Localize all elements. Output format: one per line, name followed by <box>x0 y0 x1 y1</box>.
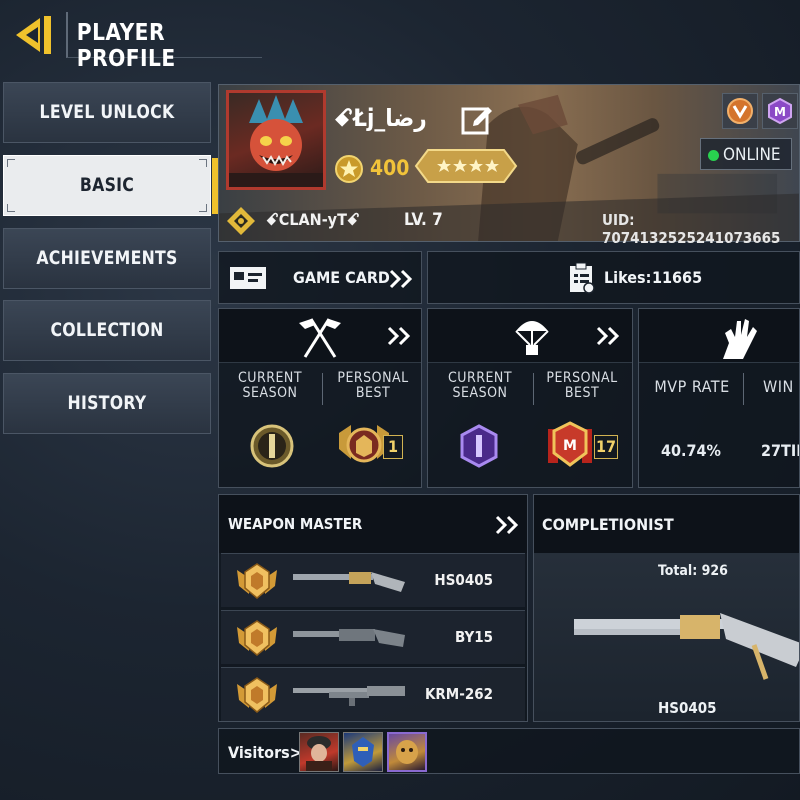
personal-best-label: PERSONAL BEST <box>337 370 409 401</box>
divider <box>743 373 744 405</box>
shotgun-krm262-image <box>293 686 405 706</box>
rank-points-value: 400 <box>370 156 410 180</box>
visitors-bar[interactable]: Visitors> <box>218 728 800 774</box>
completionist-weapon-name: HS0405 <box>658 699 717 717</box>
edit-icon <box>461 107 492 135</box>
clipboard-icon <box>570 262 595 294</box>
current-season-label: CURRENT SEASON <box>447 370 513 401</box>
likes-panel[interactable]: Likes: 11665 <box>427 251 800 304</box>
rookie-rank-icon <box>460 424 498 468</box>
corner-mark <box>7 159 15 167</box>
card-header <box>428 309 632 363</box>
double-chevron-right-icon <box>389 269 413 289</box>
sidebar-item-label: LEVEL UNLOCK <box>39 101 175 123</box>
gold-medal-icon <box>237 620 277 656</box>
sidebar-item-level-unlock[interactable]: LEVEL UNLOCK <box>3 82 211 143</box>
sidebar-item-collection[interactable]: COLLECTION <box>3 300 211 361</box>
best-level-badge: 1 <box>383 435 403 459</box>
corner-mark <box>199 204 207 212</box>
weapon-name: BY15 <box>454 628 493 646</box>
edit-name-button[interactable] <box>460 104 494 138</box>
shotgun-hs0405-image <box>574 613 799 680</box>
legendary-rank-icon: M <box>548 421 592 467</box>
visitor-avatar[interactable] <box>387 732 427 772</box>
crossed-flags-icon <box>299 318 341 358</box>
rank-points-icon <box>334 154 364 184</box>
sidebar-item-label: ACHIEVEMENTS <box>36 247 178 269</box>
card-header <box>219 309 421 363</box>
rank-badge-icon[interactable] <box>722 93 758 129</box>
win-value: 27TIM <box>761 441 799 460</box>
corner-mark <box>7 204 15 212</box>
online-status-badge: ONLINE <box>700 138 792 170</box>
completionist-panel[interactable]: COMPLETIONIST Total: 926 HS0405 <box>533 494 800 722</box>
page-title: PLAYER PROFILE <box>76 20 176 72</box>
page-title-container: PLAYER PROFILE <box>66 12 262 72</box>
double-chevron-right-icon <box>495 515 519 535</box>
shotgun-hs0405-image <box>293 572 405 592</box>
clan-name[interactable]: ꗃCLAN-yTꗃ <box>266 210 360 230</box>
current-season-label: CURRENT SEASON <box>237 370 303 401</box>
back-button[interactable] <box>12 14 58 56</box>
player-avatar[interactable] <box>226 90 326 190</box>
svg-text:M: M <box>563 438 577 454</box>
player-level: LV. 7 <box>404 210 443 230</box>
sidebar-item-label: HISTORY <box>67 392 147 414</box>
visitor-portrait-image <box>396 740 418 764</box>
zombie-hand-icon <box>723 319 757 359</box>
player-uid[interactable]: UID: 7074132525241073665 <box>602 211 800 247</box>
multiplayer-stats-card[interactable]: CURRENT SEASON PERSONAL BEST 1 <box>218 308 422 488</box>
divider <box>322 373 323 405</box>
zombies-stats-card[interactable]: MVP RATE WIN 40.74% 27TIM <box>638 308 800 488</box>
win-label: WIN <box>763 377 794 396</box>
corner-mark <box>199 159 207 167</box>
sidebar-item-achievements[interactable]: ACHIEVEMENTS <box>3 228 211 289</box>
mvp-rate-label: MVP RATE <box>654 377 730 396</box>
back-arrow-icon <box>16 16 51 54</box>
sidebar-item-label: COLLECTION <box>50 319 164 341</box>
weapon-row[interactable]: KRM-262 <box>221 667 525 721</box>
shotgun-by15-image <box>293 629 405 647</box>
divider <box>533 373 534 405</box>
game-card-label: GAME CARD <box>293 268 390 287</box>
game-card-icon <box>230 267 266 289</box>
visitor-portrait-image <box>306 736 332 771</box>
clown-avatar-image <box>229 95 323 187</box>
likes-label: Likes: <box>604 268 652 287</box>
completionist-total: Total: 926 <box>658 563 728 579</box>
visitors-label: Visitors> <box>228 743 302 762</box>
mvp-rate-value: 40.74% <box>661 441 721 460</box>
completionist-title: COMPLETIONIST <box>542 515 674 534</box>
rookie-rank-icon <box>250 424 294 468</box>
visitor-portrait-image <box>352 737 374 767</box>
clan-emblem-icon[interactable] <box>226 206 256 236</box>
weapon-row[interactable]: BY15 <box>221 610 525 664</box>
likes-count: 11665 <box>652 268 703 287</box>
sidebar-item-basic[interactable]: BASIC <box>3 155 218 216</box>
visitor-avatar[interactable] <box>299 732 339 772</box>
weapon-row[interactable]: HS0405 <box>221 553 525 607</box>
parachute-icon <box>515 321 549 355</box>
best-level-badge: 17 <box>594 435 618 459</box>
double-chevron-right-icon <box>387 326 411 346</box>
weapon-name: HS0405 <box>434 571 493 589</box>
double-chevron-right-icon <box>596 326 620 346</box>
weapon-master-panel[interactable]: WEAPON MASTER HS0405 BY15 KRM-262 <box>218 494 528 722</box>
weapon-name: KRM-262 <box>424 685 493 703</box>
panel-header: WEAPON MASTER <box>219 495 527 553</box>
player-name: ꗃŁj_رضا <box>334 104 427 132</box>
weapon-master-title: WEAPON MASTER <box>228 515 363 533</box>
legendary-badge-icon[interactable]: M <box>762 93 798 129</box>
gold-medal-icon <box>237 563 277 599</box>
battle-royale-stats-card[interactable]: CURRENT SEASON PERSONAL BEST M 17 <box>427 308 633 488</box>
svg-text:M: M <box>774 105 786 119</box>
gold-medal-icon <box>237 677 277 713</box>
sidebar-item-history[interactable]: HISTORY <box>3 373 211 434</box>
prestige-stars-icon <box>414 146 518 186</box>
visitor-avatar[interactable] <box>343 732 383 772</box>
personal-best-label: PERSONAL BEST <box>546 370 618 401</box>
game-card-button[interactable]: GAME CARD <box>218 251 422 304</box>
card-header <box>639 309 799 363</box>
sidebar-item-label: BASIC <box>79 174 135 196</box>
